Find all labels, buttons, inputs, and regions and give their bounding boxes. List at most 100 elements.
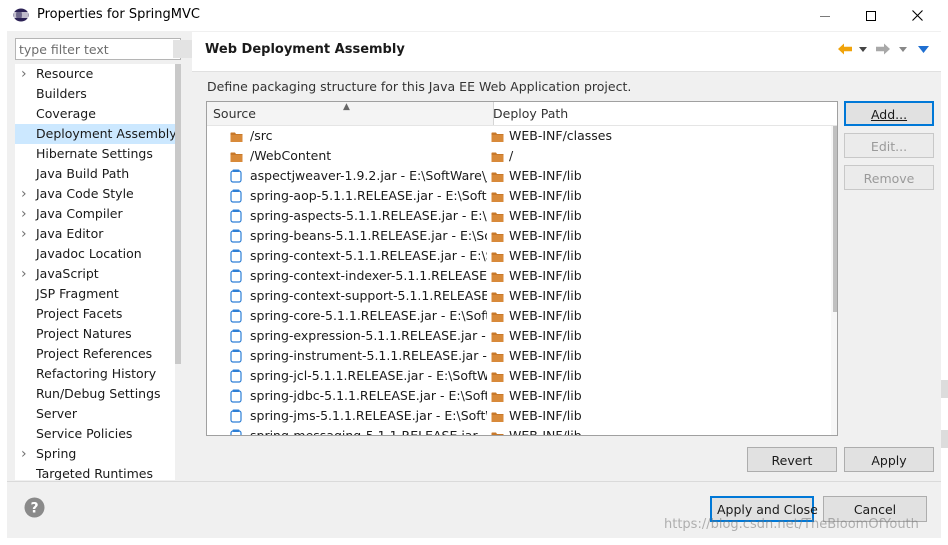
deploy-path-text: WEB-INF/classes bbox=[509, 128, 613, 143]
source-path-text: spring-beans-5.1.1.RELEASE.jar - E:\Soft… bbox=[250, 228, 487, 243]
deploy-path-text: WEB-INF/lib bbox=[509, 228, 582, 243]
nav-item[interactable]: Targeted Runtimes bbox=[15, 464, 181, 480]
nav-item[interactable]: › Java Code Style bbox=[15, 184, 181, 204]
deploy-path-text: WEB-INF/lib bbox=[509, 288, 582, 303]
minimize-button[interactable] bbox=[802, 0, 848, 31]
help-icon[interactable]: ? bbox=[24, 497, 45, 518]
source-path-text: aspectjweaver-1.9.2.jar - E:\SoftWare\Ja… bbox=[250, 168, 487, 183]
deploy-path-cell: WEB-INF/lib bbox=[487, 246, 827, 266]
back-menu-icon[interactable] bbox=[857, 38, 869, 60]
eclipse-app-icon bbox=[13, 8, 29, 22]
expand-chevron-icon[interactable]: › bbox=[21, 224, 27, 244]
nav-item[interactable]: Server bbox=[15, 404, 181, 424]
apply-button[interactable]: Apply bbox=[844, 447, 934, 472]
source-path-text: spring-aop-5.1.1.RELEASE.jar - E:\SoftWa bbox=[250, 188, 487, 203]
filter-field[interactable] bbox=[15, 38, 195, 60]
column-header-deploy-path[interactable]: Deploy Path bbox=[487, 102, 837, 125]
nav-item[interactable]: JSP Fragment bbox=[15, 284, 181, 304]
source-path-text: spring-jms-5.1.1.RELEASE.jar - E:\SoftWa… bbox=[250, 408, 487, 423]
expand-chevron-icon[interactable]: › bbox=[21, 64, 27, 84]
source-cell: aspectjweaver-1.9.2.jar - E:\SoftWare\Ja… bbox=[207, 166, 487, 186]
forward-arrow-icon[interactable] bbox=[873, 38, 893, 60]
maximize-icon bbox=[866, 10, 876, 21]
nav-item-label: Java Editor bbox=[36, 226, 104, 241]
deployment-assembly-table[interactable]: Source ▲ Deploy Path /src WEB-INF/classes… bbox=[206, 101, 838, 436]
forward-menu-icon[interactable] bbox=[897, 38, 909, 60]
source-path-text: spring-context-support-5.1.1.RELEASE.jar bbox=[250, 288, 487, 303]
nav-item[interactable]: › Java Editor bbox=[15, 224, 181, 244]
add-button[interactable]: Add... bbox=[844, 101, 934, 126]
table-row[interactable]: spring-aspects-5.1.1.RELEASE.jar - E:\So… bbox=[207, 206, 837, 226]
nav-item-label: Project References bbox=[36, 346, 153, 361]
jar-icon bbox=[230, 309, 242, 326]
filter-input[interactable] bbox=[16, 39, 159, 59]
table-row[interactable]: spring-expression-5.1.1.RELEASE.jar - E:… bbox=[207, 326, 837, 346]
close-icon bbox=[911, 10, 923, 21]
nav-item[interactable]: Deployment Assembly bbox=[15, 124, 181, 144]
page-title: Web Deployment Assembly bbox=[205, 42, 405, 57]
expand-chevron-icon[interactable]: › bbox=[21, 264, 27, 284]
nav-item[interactable]: Coverage bbox=[15, 104, 181, 124]
nav-scrollbar-thumb[interactable] bbox=[175, 64, 181, 364]
table-row[interactable]: spring-jcl-5.1.1.RELEASE.jar - E:\SoftWa… bbox=[207, 366, 837, 386]
nav-item[interactable]: Project Facets bbox=[15, 304, 181, 324]
view-menu-icon[interactable] bbox=[915, 38, 931, 60]
nav-item[interactable]: Service Policies bbox=[15, 424, 181, 444]
nav-item-label: Project Facets bbox=[36, 306, 123, 321]
jar-icon bbox=[230, 289, 242, 306]
nav-item[interactable]: Java Build Path bbox=[15, 164, 181, 184]
close-button[interactable] bbox=[894, 0, 940, 31]
table-row[interactable]: spring-instrument-5.1.1.RELEASE.jar - E:… bbox=[207, 346, 837, 366]
folder-icon bbox=[491, 349, 504, 366]
table-row[interactable]: spring-beans-5.1.1.RELEASE.jar - E:\Soft… bbox=[207, 226, 837, 246]
maximize-button[interactable] bbox=[848, 0, 894, 31]
remove-button[interactable]: Remove bbox=[844, 165, 934, 190]
expand-chevron-icon[interactable]: › bbox=[21, 444, 27, 464]
nav-item-label: JavaScript bbox=[36, 266, 99, 281]
deploy-path-text: WEB-INF/lib bbox=[509, 248, 582, 263]
nav-item[interactable]: › Spring bbox=[15, 444, 181, 464]
nav-item[interactable]: Hibernate Settings bbox=[15, 144, 181, 164]
nav-item[interactable]: › JavaScript bbox=[15, 264, 181, 284]
deploy-path-cell: WEB-INF/lib bbox=[487, 226, 827, 246]
table-row[interactable]: spring-messaging-5.1.1.RELEASE.jar - E:\… bbox=[207, 426, 837, 436]
jar-icon bbox=[230, 269, 242, 286]
table-row[interactable]: /src WEB-INF/classes bbox=[207, 126, 837, 146]
table-row[interactable]: spring-context-indexer-5.1.1.RELEASE.jar… bbox=[207, 266, 837, 286]
table-scrollbar-thumb[interactable] bbox=[833, 126, 837, 312]
deploy-path-text: WEB-INF/lib bbox=[509, 428, 582, 436]
table-row[interactable]: spring-jdbc-5.1.1.RELEASE.jar - E:\SoftW… bbox=[207, 386, 837, 406]
table-row[interactable]: spring-context-support-5.1.1.RELEASE.jar… bbox=[207, 286, 837, 306]
add-button-label: Add... bbox=[870, 107, 908, 122]
source-path-text: spring-context-indexer-5.1.1.RELEASE.jar bbox=[250, 268, 487, 283]
table-row[interactable]: /WebContent / bbox=[207, 146, 837, 166]
edit-button[interactable]: Edit... bbox=[844, 133, 934, 158]
folder-icon bbox=[491, 129, 504, 146]
column-header-source[interactable]: Source ▲ bbox=[207, 102, 494, 125]
nav-item-label: Coverage bbox=[36, 106, 96, 121]
source-cell: spring-instrument-5.1.1.RELEASE.jar - E:… bbox=[207, 346, 487, 366]
folder-icon bbox=[491, 229, 504, 246]
nav-item[interactable]: Project References bbox=[15, 344, 181, 364]
revert-button[interactable]: Revert bbox=[747, 447, 837, 472]
nav-item[interactable]: › Java Compiler bbox=[15, 204, 181, 224]
table-row[interactable]: spring-context-5.1.1.RELEASE.jar - E:\So… bbox=[207, 246, 837, 266]
back-arrow-icon[interactable] bbox=[835, 38, 855, 60]
nav-item[interactable]: Javadoc Location bbox=[15, 244, 181, 264]
sort-ascending-icon: ▲ bbox=[343, 102, 350, 112]
nav-item[interactable]: Refactoring History bbox=[15, 364, 181, 384]
table-row[interactable]: aspectjweaver-1.9.2.jar - E:\SoftWare\Ja… bbox=[207, 166, 837, 186]
nav-item-label: Javadoc Location bbox=[36, 246, 142, 261]
jar-icon bbox=[230, 209, 242, 226]
nav-item[interactable]: Project Natures bbox=[15, 324, 181, 344]
source-cell: spring-messaging-5.1.1.RELEASE.jar - E:\ bbox=[207, 426, 487, 435]
table-row[interactable]: spring-jms-5.1.1.RELEASE.jar - E:\SoftWa… bbox=[207, 406, 837, 426]
table-row[interactable]: spring-aop-5.1.1.RELEASE.jar - E:\SoftWa… bbox=[207, 186, 837, 206]
expand-chevron-icon[interactable]: › bbox=[21, 204, 27, 224]
deploy-path-text: WEB-INF/lib bbox=[509, 368, 582, 383]
table-row[interactable]: spring-core-5.1.1.RELEASE.jar - E:\SoftW… bbox=[207, 306, 837, 326]
expand-chevron-icon[interactable]: › bbox=[21, 184, 27, 204]
nav-item[interactable]: Builders bbox=[15, 84, 181, 104]
nav-item[interactable]: › Resource bbox=[15, 64, 181, 84]
nav-item[interactable]: Run/Debug Settings bbox=[15, 384, 181, 404]
